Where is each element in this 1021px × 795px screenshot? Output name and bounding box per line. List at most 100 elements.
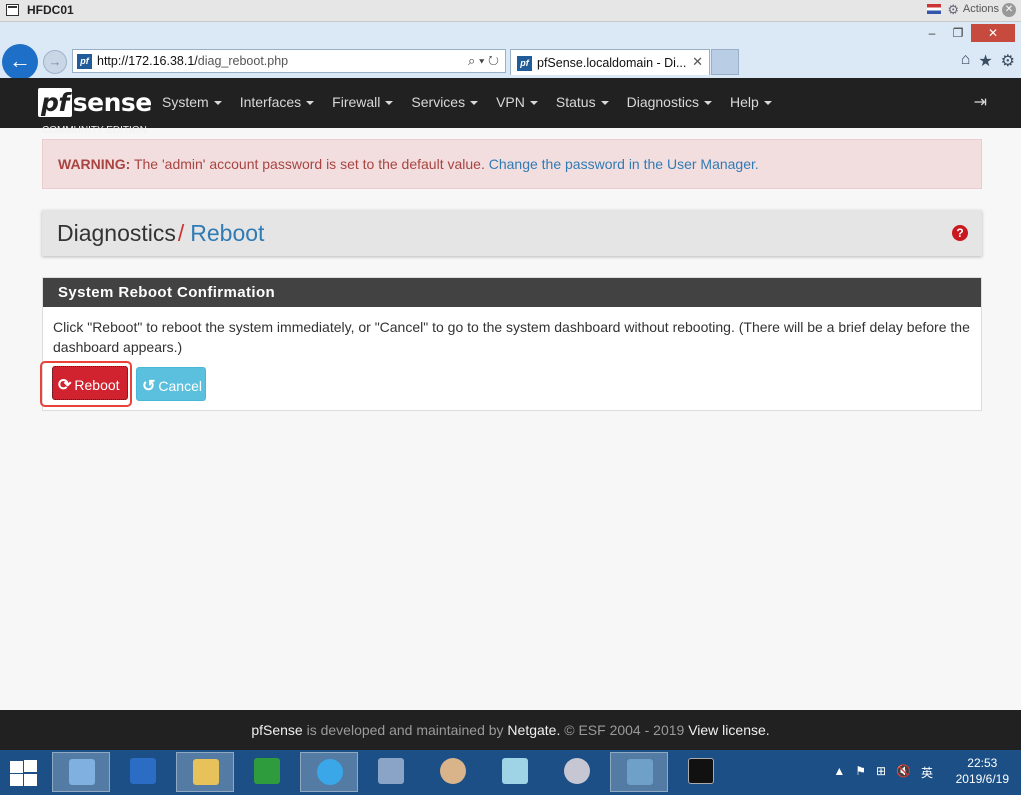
reboot-confirmation-panel: System Reboot Confirmation Click "Reboot… (40, 277, 982, 411)
taskbar-snipping-tool[interactable] (548, 752, 606, 792)
taskbar-store[interactable] (238, 752, 296, 792)
terminal-icon (688, 758, 714, 784)
footer-copyright: © ESF 2004 - 2019 (560, 722, 689, 738)
taskbar-remote-desktop[interactable] (362, 752, 420, 792)
taskbar-clock[interactable]: 22:53 2019/6/19 (956, 755, 1009, 787)
computer-icon (378, 758, 404, 784)
browser-chrome: – ❐ ✕ ← → pf http://172.16.38.1/diag_reb… (0, 22, 1021, 80)
ie-icon (317, 759, 343, 785)
menu-system[interactable]: System (162, 94, 222, 110)
menu-help[interactable]: Help (730, 94, 772, 110)
flag-icon (927, 4, 941, 14)
pfsense-logo[interactable]: pf sense (38, 88, 152, 117)
vm-actions-menu[interactable]: Actions (963, 3, 999, 15)
tab-title: pfSense.localdomain - Di... (537, 56, 687, 70)
footer-company-link[interactable]: Netgate. (507, 722, 560, 738)
taskbar-powershell[interactable] (114, 752, 172, 792)
tab-favicon-icon: pf (517, 56, 532, 71)
store-icon (254, 758, 280, 784)
tab-close-icon[interactable]: ✕ (692, 54, 703, 70)
search-icon[interactable]: ⌕ (468, 53, 475, 68)
menu-interfaces[interactable]: Interfaces (240, 94, 314, 110)
window-controls: – ❐ ✕ (919, 24, 1015, 42)
forward-button[interactable]: → (43, 50, 67, 74)
menu-status[interactable]: Status (556, 94, 609, 110)
panel-title: System Reboot Confirmation (43, 278, 981, 307)
menu-firewall[interactable]: Firewall (332, 94, 393, 110)
breadcrumb-separator: / (177, 220, 185, 246)
menu-diagnostics[interactable]: Diagnostics (627, 94, 712, 110)
volume-muted-icon[interactable]: 🔇 (896, 764, 911, 781)
cancel-button[interactable]: ↺ Cancel (136, 367, 206, 401)
url-host: http://172.16.38.1/ (97, 54, 198, 68)
footer-mid: is developed and maintained by (302, 722, 508, 738)
help-icon[interactable]: ? (952, 225, 968, 241)
edition-label: COMMUNITY EDITION (42, 125, 147, 136)
network-tray-icon[interactable]: ⊞ (876, 764, 886, 781)
paint-icon (440, 758, 466, 784)
favicon-icon: pf (77, 54, 92, 69)
dropdown-arrow-icon[interactable]: ▾ (479, 53, 484, 68)
address-bar[interactable]: pf http://172.16.38.1/diag_reboot.php ⌕ … (72, 49, 506, 73)
taskbar-cmd[interactable] (672, 752, 730, 792)
gear-icon[interactable]: ⚙ (947, 2, 959, 18)
notes-icon (502, 758, 528, 784)
windows-taskbar: ▲ ⚑ ⊞ 🔇 英 22:53 2019/6/19 (0, 750, 1021, 795)
footer-license-link[interactable]: View license. (688, 722, 769, 738)
taskbar-internet-explorer[interactable] (300, 752, 358, 792)
vm-title: HFDC01 (27, 3, 74, 17)
window-close-button[interactable]: ✕ (971, 24, 1015, 42)
change-password-link[interactable]: Change the password in the User Manager. (489, 156, 759, 172)
url-path: diag_reboot.php (197, 54, 289, 68)
breadcrumb: Diagnostics/Reboot ? (42, 210, 982, 256)
taskbar-network-app[interactable] (610, 752, 668, 792)
settings-gear-icon[interactable]: ⚙ (1001, 51, 1015, 71)
home-icon[interactable]: ⌂ (961, 51, 971, 71)
address-tools: ⌕ ▾ ↻ (468, 53, 499, 69)
cancel-label: Cancel (158, 378, 202, 394)
refresh-icon: ⟳ (58, 377, 72, 394)
reboot-label: Reboot (74, 377, 120, 393)
refresh-icon[interactable]: ↻ (488, 53, 499, 68)
favorites-star-icon[interactable]: ★ (978, 51, 992, 71)
vm-window-icon (6, 4, 19, 16)
system-tray: ▲ ⚑ ⊞ 🔇 英 (833, 764, 933, 781)
pfsense-navbar: pf sense System Interfaces Firewall Servi… (0, 78, 1021, 136)
warning-label: WARNING: (58, 156, 131, 172)
taskbar-explorer[interactable] (176, 752, 234, 792)
breadcrumb-parent[interactable]: Diagnostics (57, 220, 176, 246)
network-icon (627, 759, 653, 785)
minimize-button[interactable]: – (919, 24, 945, 42)
browser-tab[interactable]: pf pfSense.localdomain - Di... ✕ (510, 49, 710, 75)
server-manager-icon (69, 759, 95, 785)
taskbar-notes[interactable] (486, 752, 544, 792)
logout-icon[interactable]: ⇥ (974, 92, 987, 112)
panel-body-text: Click "Reboot" to reboot the system imme… (53, 319, 970, 355)
undo-icon: ↺ (142, 378, 156, 395)
warning-text: The 'admin' account password is set to t… (130, 156, 489, 172)
tray-expand-icon[interactable]: ▲ (833, 764, 845, 781)
breadcrumb-current[interactable]: Reboot (190, 220, 264, 246)
restore-button[interactable]: ❐ (945, 24, 971, 42)
folder-icon (193, 759, 219, 785)
back-button[interactable]: ← (2, 44, 38, 80)
reboot-button[interactable]: ⟳ Reboot (52, 366, 128, 400)
taskbar-server-manager[interactable] (52, 752, 110, 792)
menu-services[interactable]: Services (411, 94, 478, 110)
default-password-warning: WARNING: The 'admin' account password is… (42, 139, 982, 189)
address-url[interactable]: http://172.16.38.1/diag_reboot.php (97, 54, 288, 68)
clock-time: 22:53 (967, 756, 998, 770)
start-button[interactable] (8, 759, 38, 787)
powershell-icon (130, 758, 156, 784)
new-tab-button[interactable] (711, 49, 739, 75)
menu-vpn[interactable]: VPN (496, 94, 538, 110)
action-center-flag-icon[interactable]: ⚑ (855, 764, 866, 781)
taskbar-paint[interactable] (424, 752, 482, 792)
clock-date: 2019/6/19 (955, 772, 1009, 786)
browser-tools: ⌂ ★ ⚙ (961, 51, 1015, 71)
ime-indicator[interactable]: 英 (921, 764, 933, 781)
footer-brand: pfSense (251, 722, 303, 738)
vm-close-icon[interactable]: ✕ (1002, 3, 1016, 17)
main-menu: System Interfaces Firewall Services VPN … (162, 94, 790, 110)
vm-title-bar: HFDC01 ⚙ Actions ✕ (0, 0, 1021, 22)
